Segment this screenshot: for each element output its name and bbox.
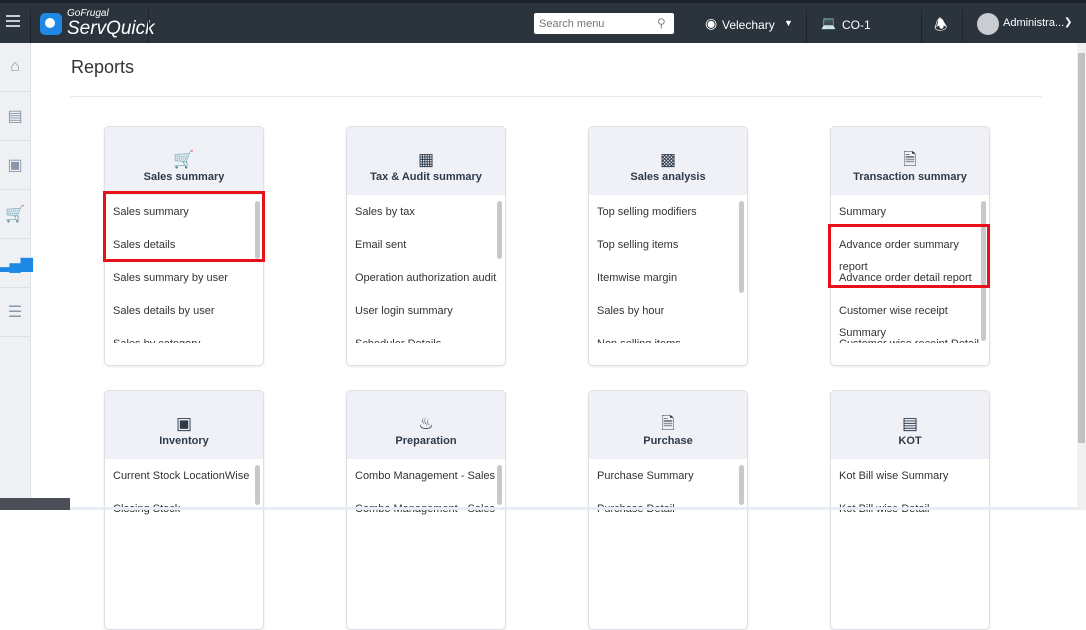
cart-icon: 🛒	[173, 150, 195, 169]
report-link[interactable]: Itemwise margin	[597, 267, 747, 300]
report-link[interactable]: User login summary	[355, 300, 505, 333]
report-link[interactable]: Sales by hour	[597, 300, 747, 333]
calculator-icon: ▦	[417, 150, 435, 169]
page-title: Reports	[71, 57, 135, 77]
card-title: Sales analysis	[630, 171, 706, 183]
report-link[interactable]: Customer wise receipt Detail	[839, 333, 989, 343]
report-link[interactable]: Top selling modifiers	[597, 201, 747, 234]
home-icon[interactable]: ⌂	[0, 43, 30, 92]
highlight-box	[828, 224, 990, 288]
search-menu-input[interactable]	[534, 13, 674, 34]
highlight-box	[103, 191, 265, 262]
card-title: Preparation	[395, 435, 457, 447]
report-link[interactable]: Customer wise receipt Summary	[839, 300, 989, 339]
report-link[interactable]: Sales summary by user	[113, 267, 263, 300]
list-scrollbar[interactable]	[497, 201, 502, 259]
card-title: Transaction summary	[853, 171, 967, 183]
report-link[interactable]: Email sent	[355, 234, 505, 267]
report-card: ▦ Tax & Audit summary Sales by tax Email …	[346, 126, 506, 366]
avatar[interactable]	[977, 13, 999, 35]
purchase-icon: 🗎	[661, 414, 675, 433]
report-link[interactable]: Non selling items	[597, 333, 747, 343]
report-list: Purchase SummaryPurchase Detail	[589, 459, 747, 607]
card-title: Inventory	[159, 435, 209, 447]
hamburger-menu-icon[interactable]	[6, 15, 20, 30]
report-list: Kot Bill wise SummaryKot Bill wise Detai…	[831, 459, 989, 607]
top-bar: GoFrugalServQuick ⚲ ◉ Velechary ▼ 💻 CO-1…	[0, 0, 1086, 43]
counter-icon: 💻	[821, 16, 836, 30]
report-link[interactable]: Combo Management - Sales	[355, 465, 505, 498]
report-link[interactable]: Sales by tax	[355, 201, 505, 234]
report-link[interactable]: Purchase Summary	[597, 465, 747, 498]
servquick-logo-icon	[40, 12, 62, 35]
report-link[interactable]: Purchase Detail	[597, 498, 747, 531]
receipt-icon: ▤	[901, 414, 919, 433]
bar-chart-icon: ▩	[659, 150, 677, 169]
chevron-down-icon[interactable]: ▼	[784, 18, 793, 28]
logo[interactable]: GoFrugal ServQuick	[40, 9, 155, 38]
divider	[70, 96, 1042, 97]
report-card: 🗎 Purchase Purchase SummaryPurchase Deta…	[588, 390, 748, 630]
catalog-icon[interactable]: ▤	[0, 92, 30, 141]
report-list: Current Stock LocationWiseClosing Stock	[105, 459, 263, 607]
document-icon: 🗎	[903, 150, 917, 169]
report-card: ▣ Inventory Current Stock LocationWiseCl…	[104, 390, 264, 630]
user-chevron-icon[interactable]: ❯	[1064, 17, 1072, 28]
location-selector[interactable]: Velechary	[722, 18, 775, 32]
cooking-pan-icon: ♨	[418, 414, 434, 433]
card-title: Tax & Audit summary	[370, 171, 482, 183]
list-scrollbar[interactable]	[497, 465, 502, 505]
notification-bell-icon[interactable]: 🕭	[934, 15, 947, 40]
report-link[interactable]: Operation authorization audit	[355, 267, 505, 300]
hand-truck-icon: ▣	[175, 414, 193, 433]
report-link[interactable]: Sales by category	[113, 333, 263, 343]
list-scrollbar[interactable]	[739, 465, 744, 505]
user-menu[interactable]: Administra...	[1003, 17, 1064, 29]
report-link[interactable]: Sales details by user	[113, 300, 263, 333]
search-icon[interactable]: ⚲	[657, 16, 666, 30]
report-list: Combo Management - SalesCombo Management…	[347, 459, 505, 607]
list-scrollbar[interactable]	[739, 201, 744, 293]
report-link[interactable]: Kot Bill wise Summary	[839, 465, 989, 498]
card-title: KOT	[898, 435, 922, 447]
page-scrollbar[interactable]	[1077, 43, 1086, 510]
report-list: Top selling modifiers Top selling items It…	[589, 195, 747, 343]
report-card: ▤ KOT Kot Bill wise SummaryKot Bill wise…	[830, 390, 990, 630]
report-link[interactable]: Current Stock LocationWise	[113, 465, 263, 498]
counter-label[interactable]: CO-1	[842, 18, 871, 32]
sidebar: ⌂ ▤ ▣ 🛒 ▂▄▆ ☰	[0, 43, 33, 510]
list-scrollbar[interactable]	[255, 465, 260, 505]
card-title: Sales summary	[143, 171, 225, 183]
bottom-chat-button[interactable]	[0, 498, 70, 510]
report-link[interactable]: Scheduler Details	[355, 333, 505, 343]
report-link[interactable]: Kot Bill wise Detail	[839, 498, 989, 531]
cart-icon[interactable]: 🛒	[0, 190, 30, 239]
report-list: Sales by tax Email sent Operation authoriz…	[347, 195, 505, 343]
report-link[interactable]: Combo Management - Sales	[355, 498, 505, 531]
settings-icon[interactable]: ☰	[0, 288, 30, 337]
report-link[interactable]: Closing Stock	[113, 498, 263, 531]
reports-icon[interactable]: ▂▄▆	[0, 239, 33, 288]
report-card: ▩ Sales analysis Top selling modifiers To…	[588, 126, 748, 366]
location-pin-icon: ◉	[705, 15, 718, 31]
card-title: Purchase	[643, 435, 693, 447]
report-card: ♨ Preparation Combo Management - SalesCo…	[346, 390, 506, 630]
report-link[interactable]: Top selling items	[597, 234, 747, 267]
brand-name: ServQuick	[67, 18, 155, 39]
inventory-icon[interactable]: ▣	[0, 141, 30, 190]
